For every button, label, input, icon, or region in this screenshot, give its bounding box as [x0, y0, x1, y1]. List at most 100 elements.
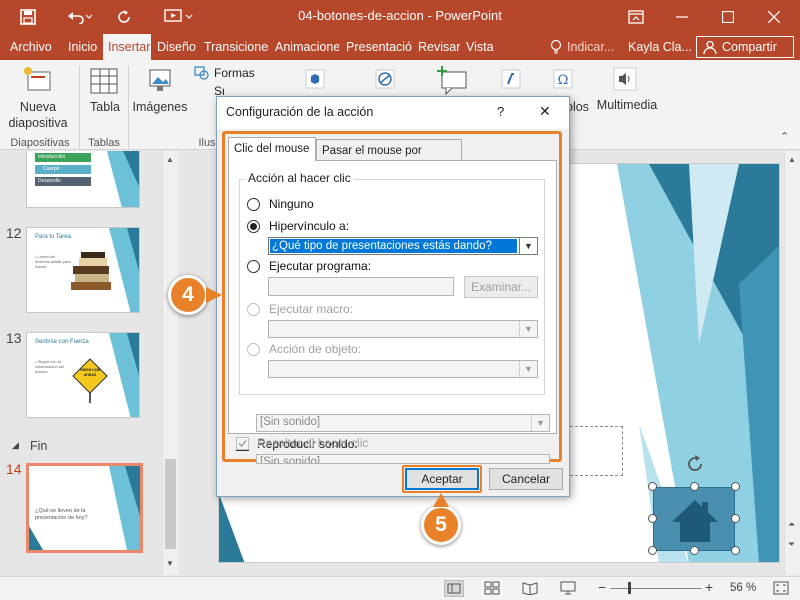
zoom-slider[interactable] [610, 588, 702, 589]
scroll-up-icon[interactable]: ▲ [166, 155, 174, 164]
editor-scrollbar[interactable]: ▲ ⏶ ⏷ [784, 151, 800, 575]
zoom-slider-thumb[interactable] [628, 582, 631, 594]
tab-mouse-over[interactable]: Pasar el mouse por encima [316, 139, 462, 179]
label-run-program[interactable]: Ejecutar programa: [269, 259, 371, 273]
tab-archivo[interactable]: Archivo [10, 34, 52, 60]
tab-transiciones[interactable]: Transiciones [204, 34, 269, 60]
cancel-button[interactable]: Cancelar [489, 468, 563, 490]
radio-run-program[interactable] [247, 260, 260, 273]
next-slide-icon[interactable]: ⏷ [788, 539, 795, 550]
dialog-close-button[interactable]: ✕ [539, 103, 551, 120]
tab-insertar[interactable]: Insertar [103, 34, 151, 60]
lightbulb-icon[interactable] [550, 39, 564, 55]
slideshow-icon[interactable] [560, 581, 576, 595]
chevron-down-icon: ▼ [531, 415, 549, 431]
new-slide-button[interactable]: Nueva diapositiva [4, 62, 72, 134]
slide-13-text: • Según con la colaboración del público [35, 359, 65, 374]
tab-animaciones[interactable]: Animaciones [275, 34, 339, 60]
shapes-label: Formas [214, 66, 255, 80]
store-icon[interactable] [304, 68, 328, 92]
help-button[interactable]: ? [497, 104, 504, 119]
images-button[interactable]: Imágenes [132, 62, 188, 134]
tab-revisar[interactable]: Revisar [418, 34, 460, 60]
thumbnail-scrollbar[interactable]: ▲ ▼ [162, 151, 178, 575]
symbols-icon[interactable]: Ω [552, 68, 576, 92]
program-path-input[interactable] [268, 277, 454, 296]
tab-presentacion[interactable]: Presentación [346, 34, 412, 60]
minimize-icon[interactable] [664, 0, 700, 34]
slide-thumbnail-12[interactable]: Para tu Tarea • Lorem fox diversus adali… [26, 227, 140, 313]
zoom-level[interactable]: 56 % [730, 582, 756, 594]
macro-dropdown[interactable]: ▼ [268, 320, 538, 338]
slide-thumbnail-13[interactable]: FINISH LINE AHEAD Sentirse con Fuerza • … [26, 332, 140, 418]
resize-handle[interactable] [731, 482, 740, 491]
fit-to-window-icon[interactable] [772, 580, 790, 596]
highlight-frame-5 [402, 465, 482, 493]
scroll-thumb[interactable] [165, 459, 176, 549]
action-button-home[interactable] [653, 487, 735, 551]
highlight-checkbox[interactable] [236, 437, 249, 450]
section-name[interactable]: Fin [30, 439, 47, 453]
multimedia-label[interactable]: Multimedia [592, 98, 662, 113]
label-hyperlink[interactable]: Hipervínculo a: [269, 219, 349, 233]
present-icon[interactable] [156, 0, 202, 34]
radio-run-macro[interactable] [247, 303, 260, 316]
slide-thumbnail-11[interactable]: Introducción Cuerpo Desarrollo [26, 151, 140, 208]
scroll-up-icon[interactable]: ▲ [788, 155, 796, 164]
resize-handle[interactable] [690, 546, 699, 555]
sound-dropdown[interactable]: [Sin sonido] [256, 454, 550, 464]
normal-view-icon[interactable] [444, 580, 464, 597]
rotate-icon[interactable] [685, 454, 705, 474]
dialog-title-bar: Configuración de la acción ? ✕ [217, 97, 569, 129]
slide-sorter-icon[interactable] [484, 581, 500, 595]
zoom-in-button[interactable]: + [705, 579, 713, 595]
ribbon-display-icon[interactable] [618, 0, 654, 34]
resize-handle[interactable] [648, 482, 657, 491]
resize-handle[interactable] [731, 546, 740, 555]
link-icon[interactable] [374, 68, 398, 92]
tell-me-search[interactable]: Indicar... [567, 34, 614, 60]
maximize-icon[interactable] [710, 0, 746, 34]
zoom-out-button[interactable]: − [598, 579, 606, 595]
resize-handle[interactable] [731, 514, 740, 523]
chevron-down-icon[interactable]: ▼ [519, 238, 537, 254]
close-icon[interactable] [756, 0, 792, 34]
section-collapse-icon[interactable]: ◢ [12, 440, 19, 451]
save-icon[interactable] [10, 0, 46, 34]
radio-object-action[interactable] [247, 343, 260, 356]
user-name[interactable]: Kayla Cla... [628, 34, 692, 60]
hyperlink-dropdown[interactable]: ¿Qué tipo de presentaciones estás dando?… [268, 237, 538, 255]
highlight-frame-4: Clic del mouse Pasar el mouse por encima… [222, 131, 562, 464]
shapes-button[interactable]: Formas [194, 65, 268, 81]
text-placeholder[interactable] [565, 426, 623, 476]
label-none[interactable]: Ninguno [269, 197, 314, 211]
dialog-title: Configuración de la acción [226, 105, 374, 119]
radio-hyperlink[interactable] [247, 220, 260, 233]
resize-handle[interactable] [648, 546, 657, 555]
prev-slide-icon[interactable]: ⏶ [788, 519, 795, 530]
sign-text: FINISH LINE AHEAD [79, 368, 101, 377]
table-button[interactable]: Tabla [84, 62, 126, 134]
undo-icon[interactable] [60, 0, 100, 34]
scroll-down-icon[interactable]: ▼ [166, 559, 174, 568]
tab-inicio[interactable]: Inicio [68, 34, 97, 60]
tab-diseno[interactable]: Diseño [157, 34, 196, 60]
sound-dropdown-box[interactable]: [Sin sonido] ▼ [256, 414, 550, 432]
smartart-button[interactable]: SmartArt [194, 84, 224, 96]
resize-handle[interactable] [648, 514, 657, 523]
text-icon[interactable] [500, 68, 524, 92]
tab-vista[interactable]: Vista [466, 34, 494, 60]
resize-handle[interactable] [690, 482, 699, 491]
multimedia-icon[interactable] [612, 66, 638, 92]
comment-icon[interactable] [436, 66, 470, 96]
redo-icon[interactable] [106, 0, 142, 34]
examine-button[interactable]: Examinar... [464, 276, 538, 298]
collapse-ribbon-icon[interactable]: ⌃ [780, 130, 794, 144]
menu-bar: Archivo Inicio Insertar Diseño Transicio… [0, 34, 800, 60]
radio-none[interactable] [247, 198, 260, 211]
object-action-dropdown[interactable]: ▼ [268, 360, 538, 378]
tab-mouse-click[interactable]: Clic del mouse [228, 137, 316, 161]
slide-thumbnail-14[interactable]: ¿Qué se lleven de la presentación de hoy… [26, 463, 143, 553]
reading-view-icon[interactable] [522, 581, 538, 596]
share-button[interactable]: Compartir [696, 36, 794, 58]
